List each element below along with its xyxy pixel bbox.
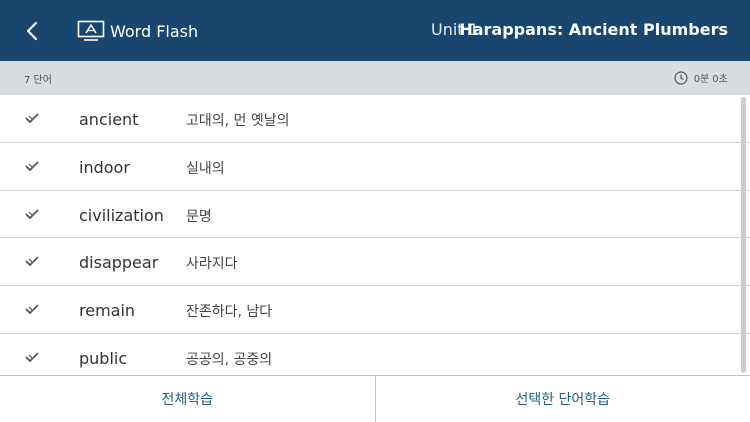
checkmark-icon[interactable]: [24, 112, 40, 124]
word-meaning: 사라지다: [186, 256, 238, 273]
bottom-action-bar: 전체학습 선택한 단어학습: [0, 375, 750, 422]
clock-icon: [674, 70, 688, 85]
word-term: indoor: [79, 157, 130, 177]
list-item[interactable]: ancient 고대의, 먼 옛날의: [0, 95, 750, 143]
word-list: ancient 고대의, 먼 옛날의 indoor 실내의 civilizati…: [0, 95, 750, 375]
list-item[interactable]: indoor 실내의: [0, 142, 750, 191]
word-meaning: 고대의, 먼 옛날의: [186, 113, 290, 129]
checkmark-icon[interactable]: [24, 351, 40, 363]
word-term: ancient: [79, 110, 139, 129]
study-all-button[interactable]: 전체학습: [0, 376, 375, 422]
checkmark-icon[interactable]: [24, 208, 40, 220]
word-count: 7 단어: [24, 75, 52, 86]
checkmark-icon[interactable]: [24, 255, 40, 267]
word-term: civilization: [79, 205, 164, 225]
timer-text: 0분 0초: [693, 74, 728, 85]
list-item[interactable]: disappear 사라지다: [0, 238, 750, 287]
list-item[interactable]: public 공공의, 공중의: [0, 333, 750, 375]
word-term: public: [79, 348, 128, 368]
word-meaning: 공공의, 공중의: [186, 351, 273, 368]
chevron-left-icon: [26, 21, 38, 41]
info-bar: 7 단어 0분 0초: [0, 61, 750, 95]
word-term: remain: [79, 301, 136, 321]
back-button[interactable]: [18, 16, 46, 46]
checkmark-icon[interactable]: [24, 303, 40, 315]
word-meaning: 실내의: [186, 160, 225, 177]
word-meaning: 문명: [186, 208, 212, 225]
app-title: Word Flash: [110, 21, 199, 41]
timer: 0분 0초: [674, 70, 728, 85]
study-selected-button[interactable]: 선택한 단어학습: [374, 376, 750, 422]
lesson-title: Harappans: Ancient Plumbers: [459, 20, 728, 39]
word-term: disappear: [79, 253, 159, 273]
word-meaning: 잔존하다, 남다: [186, 304, 273, 321]
list-item[interactable]: remain 잔존하다, 남다: [0, 286, 750, 334]
list-scrollbar[interactable]: [741, 97, 746, 373]
checkmark-icon[interactable]: [24, 160, 40, 172]
list-item[interactable]: civilization 문명: [0, 190, 750, 239]
flashcard-screen-icon: [77, 20, 105, 41]
app-title-group: Word Flash: [77, 17, 198, 45]
header-bar: Word Flash Unit 1 Harappans: Ancient Plu…: [0, 0, 750, 61]
